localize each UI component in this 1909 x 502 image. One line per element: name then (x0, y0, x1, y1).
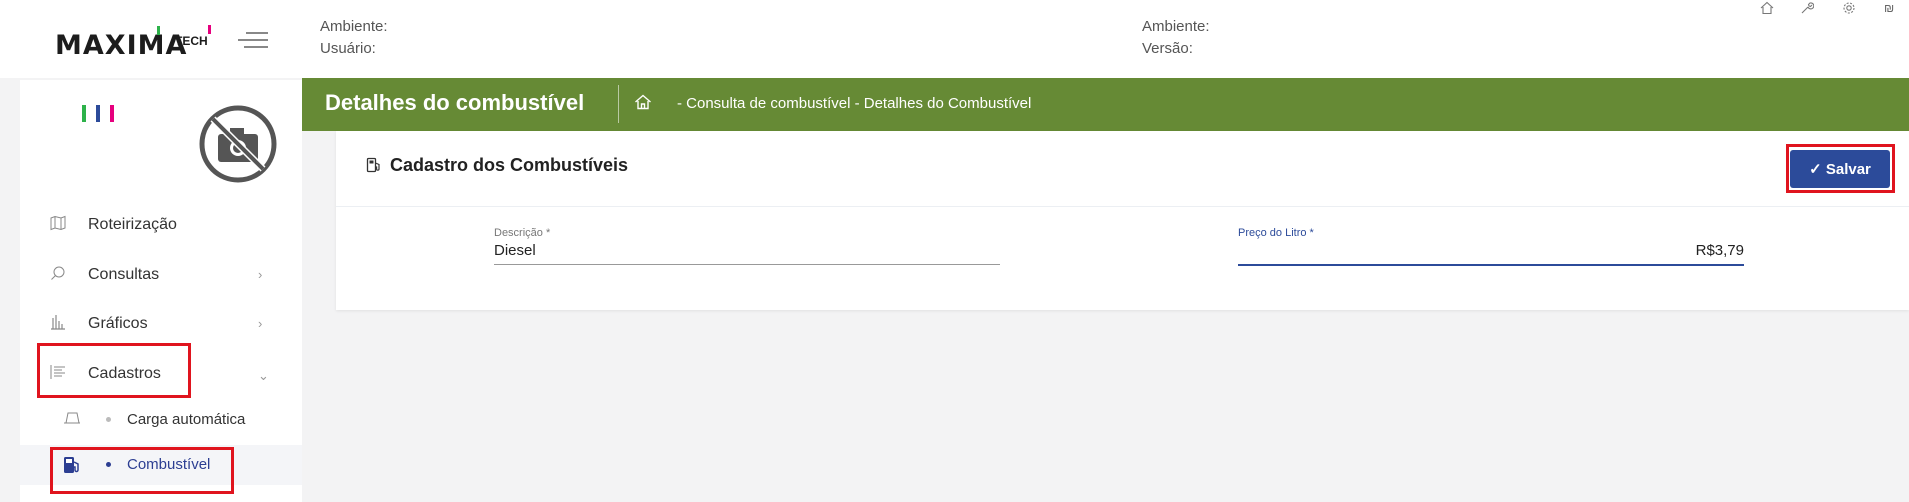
highlight-cadastros (37, 343, 191, 398)
sidebar-item-graficos[interactable]: Gráficos › (20, 302, 302, 346)
gear-icon[interactable] (1842, 1, 1856, 18)
sidebar-subitem-carga-automatica[interactable]: Carga automática (20, 400, 302, 440)
highlight-combustivel (50, 447, 234, 494)
maxima-logo[interactable]: MAXIMA TECH (55, 22, 215, 62)
price-label: Preço do Litro * (1238, 227, 1314, 239)
version-label: Versão: (1142, 40, 1193, 57)
price-field[interactable]: Preço do Litro * R$3,79 (1238, 227, 1744, 267)
page-title: Detalhes do combustível (325, 90, 585, 115)
sidebar-item-label: Gráficos (88, 315, 148, 332)
env-label: Ambiente: (320, 18, 388, 35)
map-icon (48, 215, 68, 236)
chevron-right-icon: › (258, 316, 263, 331)
page-header: Detalhes do combustível - Consulta de co… (302, 78, 1909, 131)
env-label-right: Ambiente: (1142, 18, 1210, 35)
sidebar-item-consultas[interactable]: Consultas › (20, 253, 302, 297)
search-icon (48, 265, 68, 286)
description-input[interactable]: Diesel (494, 242, 536, 259)
sidebar-item-label: Consultas (88, 266, 160, 283)
sidebar-subitem-label: Carga automática (127, 411, 246, 428)
logo-suffix: TECH (175, 34, 208, 48)
chevron-down-icon: ⌄ (258, 368, 269, 383)
user-label: Usuário: (320, 40, 376, 57)
home-icon[interactable] (1760, 1, 1774, 18)
fuel-pump-icon (366, 157, 382, 178)
highlight-save-button (1786, 144, 1895, 193)
top-bar: MAXIMA TECH Ambiente: Usuário: Ambiente:… (0, 0, 1909, 78)
currency-icon[interactable]: ₪ (1884, 1, 1894, 15)
logo-text: MAXIMA (55, 30, 188, 61)
chevron-right-icon: › (258, 267, 263, 282)
description-label: Descrição * (494, 227, 551, 239)
menu-toggle-icon[interactable] (238, 30, 268, 50)
breadcrumb-home-icon[interactable] (634, 93, 652, 116)
form-title: Cadastro dos Combustíveis (366, 155, 628, 178)
no-photo-icon (198, 104, 278, 189)
truck-icon (62, 410, 82, 430)
bar-chart-icon (48, 314, 68, 335)
description-field[interactable]: Descrição * Diesel (494, 227, 1000, 267)
sidebar-item-label: Roteirização (88, 216, 177, 233)
form-card: Cadastro dos Combustíveis ✓ Salvar Descr… (336, 131, 1909, 310)
price-input[interactable]: R$3,79 (1696, 242, 1744, 259)
sidebar-item-roteirizacao[interactable]: Roteirização (20, 203, 302, 247)
breadcrumb[interactable]: - Consulta de combustível - Detalhes do … (677, 95, 1031, 112)
wrench-icon[interactable] (1800, 1, 1815, 18)
form-title-text: Cadastro dos Combustíveis (390, 155, 629, 175)
